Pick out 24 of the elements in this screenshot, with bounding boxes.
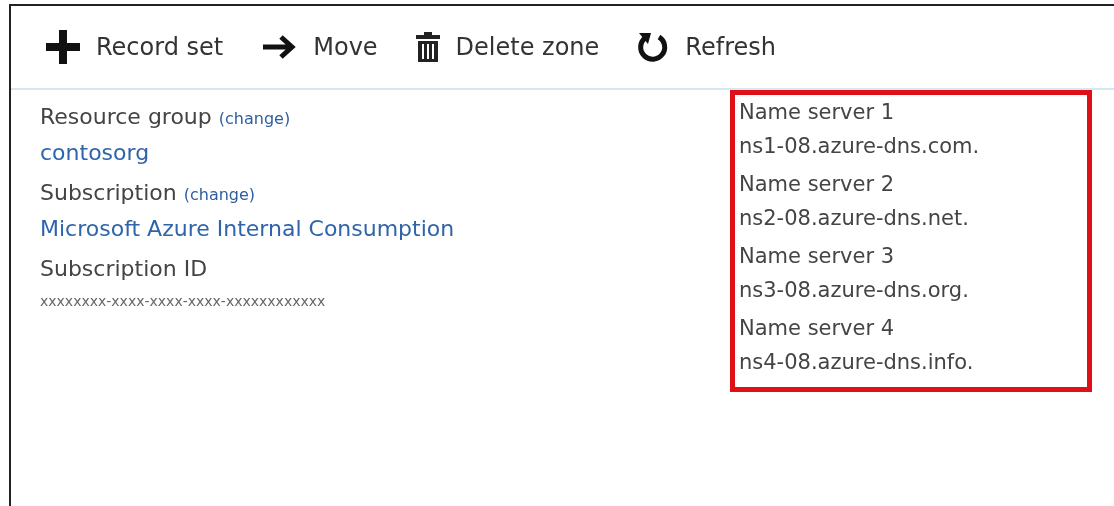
toolbar-button[interactable]: Record set (42, 26, 228, 68)
change-link[interactable]: (change) (183, 185, 256, 204)
field-label: Subscription (40, 180, 177, 205)
field-label: Name server 4 (739, 316, 895, 340)
field-value: ns2-08.azure-dns.net. (739, 206, 969, 230)
field-value: xxxxxxxx-xxxx-xxxx-xxxx-xxxxxxxxxxxx (40, 293, 326, 309)
trash-icon (415, 32, 440, 62)
field-value: ns3-08.azure-dns.org. (739, 278, 969, 302)
field-value: ns4-08.azure-dns.info. (739, 350, 974, 374)
field-value-link[interactable]: contosorg (40, 140, 150, 165)
field-label: Name server 3 (739, 244, 895, 268)
refresh-icon (637, 31, 670, 63)
field-value: ns1-08.azure-dns.com. (739, 134, 980, 158)
toolbar-button[interactable]: Delete zone (411, 28, 604, 66)
toolbar-button[interactable]: Refresh (633, 27, 780, 67)
field-label: Name server 1 (739, 100, 895, 124)
change-link[interactable]: (change) (218, 109, 291, 128)
field-label: Name server 2 (739, 172, 895, 196)
toolbar-button[interactable]: Move (257, 29, 382, 65)
field-label: Subscription ID (40, 256, 208, 281)
arrow-icon (261, 34, 298, 60)
field-value-link[interactable]: Microsoft Azure Internal Consumption (40, 216, 455, 241)
plus-icon (46, 30, 80, 64)
field-label: Resource group (40, 104, 212, 129)
